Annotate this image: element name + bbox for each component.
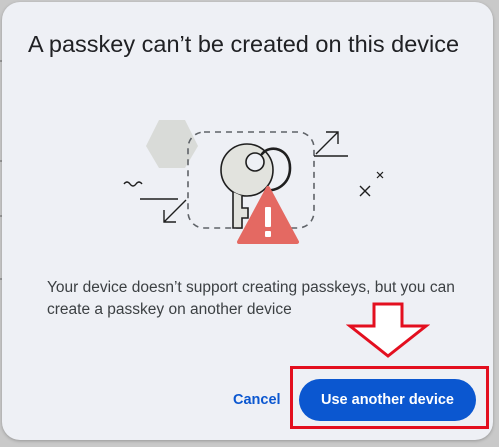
sparkle-large-icon <box>359 185 371 197</box>
warning-mark <box>265 207 271 227</box>
arrow-up-right-icon <box>314 131 348 157</box>
sparkle-small-icon <box>376 171 384 179</box>
use-another-device-button[interactable]: Use another device <box>299 379 476 421</box>
arrow-down-left-icon <box>140 198 187 223</box>
squiggle-icon <box>123 181 143 187</box>
hexagon-shape <box>146 120 198 168</box>
passkey-error-dialog: A passkey can’t be created on this devic… <box>2 2 493 440</box>
dialog-message: Your device doesn’t support creating pas… <box>47 279 455 318</box>
cancel-button[interactable]: Cancel <box>223 386 291 414</box>
key-hole <box>245 152 265 172</box>
key-shaft <box>232 192 249 229</box>
warning-dot <box>265 231 271 237</box>
passkey-warning-illustration <box>123 120 384 244</box>
dialog-title: A passkey can’t be created on this devic… <box>28 31 460 57</box>
